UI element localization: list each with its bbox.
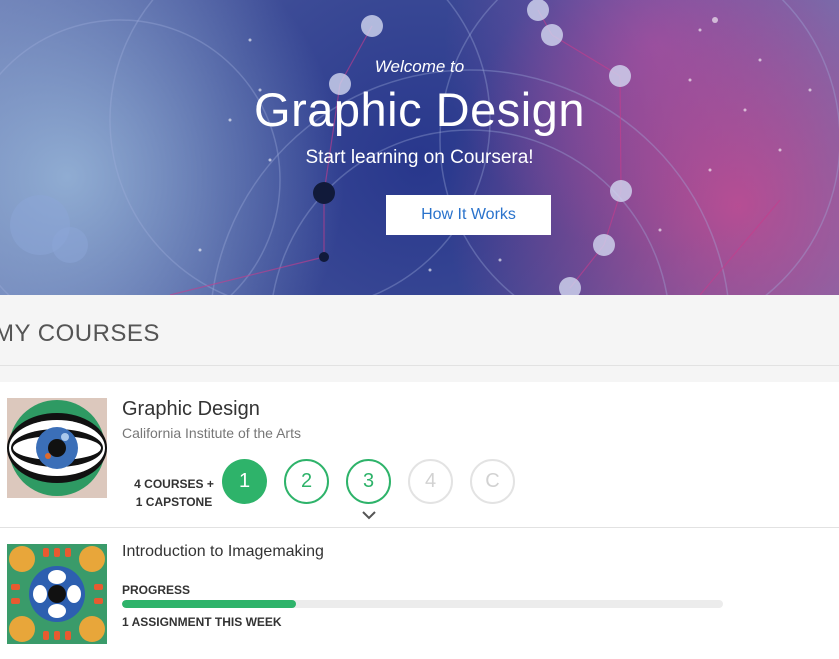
welcome-text: Welcome to	[374, 57, 465, 76]
course-count-line2: 1 CAPSTONE	[135, 495, 213, 509]
course-step-1[interactable]: 1	[222, 459, 267, 504]
course-card: Introduction to Imagemaking PROGRESS 1 A…	[0, 528, 839, 659]
specialization-card: Graphic Design California Institute of t…	[0, 382, 839, 528]
pattern-thumbnail-icon[interactable]	[7, 544, 107, 644]
assignment-status: 1 ASSIGNMENT THIS WEEK	[122, 615, 282, 629]
section-spacer	[0, 366, 839, 382]
progress-label: PROGRESS	[122, 583, 191, 597]
course-count-line1: 4 COURSES +	[134, 477, 214, 491]
course-step-2[interactable]: 2	[284, 459, 329, 504]
progress-bar-fill	[122, 600, 297, 608]
course-title[interactable]: Introduction to Imagemaking	[122, 543, 324, 561]
eye-logo-icon[interactable]	[7, 398, 107, 498]
capstone-step[interactable]: C	[470, 459, 515, 504]
course-count-label: 4 COURSES + 1 CAPSTONE	[124, 475, 224, 511]
specialization-title[interactable]: Graphic Design	[122, 398, 260, 421]
progress-bar	[122, 600, 723, 608]
hero-banner: Welcome to Graphic Design Start learning…	[0, 0, 839, 295]
chevron-down-icon[interactable]	[361, 510, 377, 520]
my-courses-header: MY COURSES	[0, 295, 839, 366]
section-title: MY COURSES	[0, 320, 160, 347]
course-step-4[interactable]: 4	[408, 459, 453, 504]
how-it-works-button[interactable]: How It Works	[386, 195, 551, 235]
hero-title: Graphic Design	[254, 83, 585, 136]
course-step-3[interactable]: 3	[346, 459, 391, 504]
specialization-org: California Institute of the Arts	[122, 425, 301, 441]
hero-subtitle: Start learning on Coursera!	[305, 147, 534, 168]
